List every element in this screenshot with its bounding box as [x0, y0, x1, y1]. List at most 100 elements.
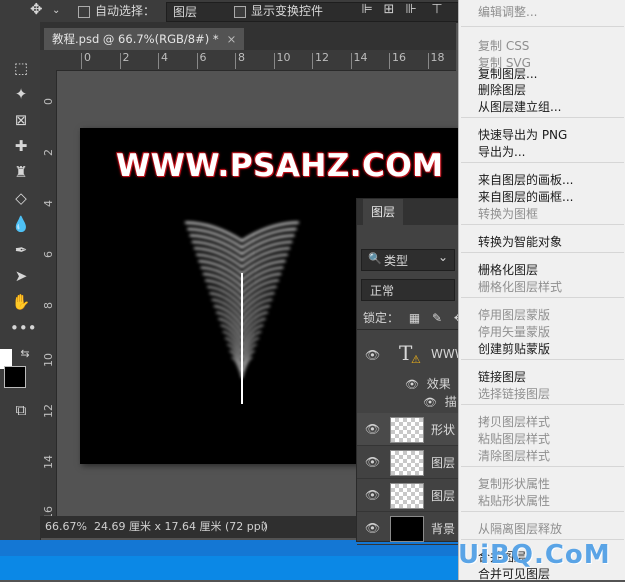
ruler-tick-label: 4: [158, 51, 168, 69]
horizontal-ruler[interactable]: 0 2 4 6 8 10 12 14 16 18: [40, 50, 456, 71]
hand-tool-icon[interactable]: ✋: [10, 291, 32, 313]
menu-item: 清除图层样式: [478, 449, 551, 463]
layer-thumbnail: [390, 450, 424, 476]
menu-separator: [461, 162, 624, 163]
marquee-tool-icon[interactable]: ⬚: [10, 57, 32, 79]
menu-item: 拷贝图层样式: [478, 415, 551, 429]
menu-item[interactable]: 创建剪贴蒙版: [478, 341, 550, 357]
menu-item: 复制 CSS: [478, 39, 530, 53]
layer-row-background[interactable]: 👁 背景: [357, 512, 459, 545]
menu-item[interactable]: 转换为智能对象: [478, 234, 562, 250]
stroke-effect-row[interactable]: 👁 描: [423, 393, 457, 410]
pen-tool-icon[interactable]: ✒: [10, 239, 32, 261]
menu-separator: [461, 297, 624, 298]
menu-separator: [461, 117, 624, 118]
close-tab-icon[interactable]: ×: [227, 32, 237, 46]
lock-paint-icon[interactable]: ✎: [432, 311, 442, 325]
layer-filter-dropdown[interactable]: 🔍 类型 ⌄: [361, 249, 455, 271]
frame-tool-icon[interactable]: ⊠: [10, 109, 32, 131]
feather-barb: [196, 253, 243, 275]
layer-row-shape[interactable]: 👁 形状: [357, 413, 459, 446]
menu-item: 复制形状属性: [478, 477, 551, 491]
screen-mode-icon[interactable]: ⧉: [10, 399, 32, 421]
ruler-tick-label: 2: [42, 149, 55, 156]
lock-transparent-icon[interactable]: ▦: [409, 311, 420, 325]
menu-item[interactable]: 从图层建立组...: [478, 99, 561, 115]
menu-item[interactable]: 来自图层的画框...: [478, 189, 573, 205]
visibility-eye-icon[interactable]: 👁: [365, 521, 380, 535]
magic-wand-tool-icon[interactable]: ✦: [10, 83, 32, 105]
status-menu-arrow-icon[interactable]: 〉: [262, 516, 273, 538]
layers-tab[interactable]: 图层: [363, 199, 404, 225]
show-transform-checkbox[interactable]: 显示变换控件: [234, 2, 323, 20]
visibility-eye-icon[interactable]: 👁: [365, 422, 380, 436]
layer-row-text[interactable]: 👁 T ⚠ WWW: [357, 339, 467, 373]
menu-item: 粘贴图层样式: [478, 432, 551, 446]
show-transform-label: 显示变换控件: [251, 4, 324, 18]
layer-name: 图层: [431, 489, 456, 503]
layer-row-pixel[interactable]: 👁 图层: [357, 479, 459, 512]
healing-brush-tool-icon[interactable]: ✚: [10, 135, 32, 157]
menu-item[interactable]: 复制图层...: [478, 66, 537, 82]
zoom-level[interactable]: 66.67%: [45, 516, 87, 538]
blur-tool-icon[interactable]: 💧: [10, 213, 32, 235]
feather-barb: [240, 234, 295, 256]
visibility-eye-icon[interactable]: 👁: [365, 488, 380, 502]
menu-separator: [461, 466, 624, 467]
feather-barb: [240, 227, 297, 249]
align-center-icon[interactable]: ⊞: [382, 3, 396, 17]
path-selection-tool-icon[interactable]: ➤: [10, 265, 32, 287]
layer-row-pixel[interactable]: 👁 图层: [357, 446, 459, 479]
menu-item: 选择链接图层: [478, 387, 551, 401]
chevron-down-icon: ⌄: [438, 250, 449, 264]
lock-label: 锁定：: [363, 311, 400, 325]
effects-label: 效果: [426, 377, 451, 391]
layer-thumbnail: [390, 516, 424, 542]
layer-thumbnail: [390, 417, 424, 443]
more-tools-icon[interactable]: •••: [10, 317, 37, 339]
align-right-icon[interactable]: ⊪: [404, 3, 418, 17]
menu-separator: [461, 252, 624, 253]
menu-item[interactable]: 删除图层: [478, 82, 526, 98]
ruler-tick-label: 2: [119, 51, 130, 69]
vertical-ruler[interactable]: 0 2 4 6 8 10 12 14 16: [40, 70, 57, 516]
menu-item[interactable]: 链接图层: [478, 369, 526, 385]
menu-item[interactable]: 栅格化图层: [478, 262, 538, 278]
ruler-tick-label: 0: [81, 51, 91, 69]
feather-barb: [241, 247, 291, 268]
ruler-tick-label: 10: [273, 51, 291, 69]
ruler-tick-label: 6: [196, 51, 207, 69]
eraser-tool-icon[interactable]: ◇: [10, 187, 32, 209]
blend-mode-dropdown[interactable]: 正常: [361, 279, 455, 301]
stroke-eye-icon[interactable]: 👁: [423, 396, 437, 409]
tool-preset-chevron-icon[interactable]: ⌄: [52, 2, 60, 20]
stroke-effect-label: 描: [444, 395, 457, 409]
visibility-eye-icon[interactable]: 👁: [365, 455, 380, 469]
ruler-tick-label: 18: [427, 51, 445, 69]
ruler-tick-label: 16: [389, 51, 406, 69]
taskbar-strip: [0, 556, 458, 580]
menu-item[interactable]: 导出为...: [478, 144, 525, 160]
layer-thumbnail: [390, 483, 424, 509]
background-color-swatch[interactable]: [4, 366, 26, 388]
swap-colors-icon[interactable]: ⇆: [14, 343, 36, 365]
visibility-eye-icon[interactable]: 👁: [365, 348, 380, 362]
align-left-icon[interactable]: ⊫: [360, 3, 374, 17]
document-tab[interactable]: 教程.psd @ 66.7%(RGB/8#) * ×: [44, 28, 245, 50]
search-icon: 🔍: [368, 252, 382, 265]
auto-select-checkbox[interactable]: 自动选择：: [78, 2, 155, 20]
effects-eye-icon[interactable]: 👁: [405, 378, 419, 391]
align-top-icon[interactable]: ⊤: [430, 3, 444, 17]
feather-barb: [198, 260, 243, 281]
menu-separator: [461, 359, 624, 360]
menu-item: 停用矢量蒙版: [478, 325, 551, 339]
ruler-tick-label: 0: [42, 98, 55, 105]
stamp-tool-icon[interactable]: ♜: [10, 161, 32, 183]
menu-item[interactable]: 来自图层的画板...: [478, 172, 573, 188]
menu-item[interactable]: 快速导出为 PNG: [478, 127, 567, 143]
layer-effects-row[interactable]: 👁 效果: [405, 375, 451, 392]
ruler-tick-label: 8: [235, 51, 245, 69]
move-icon[interactable]: ✥: [30, 0, 43, 18]
ruler-tick-label: 14: [350, 51, 368, 69]
auto-select-label: 自动选择：: [95, 4, 156, 18]
